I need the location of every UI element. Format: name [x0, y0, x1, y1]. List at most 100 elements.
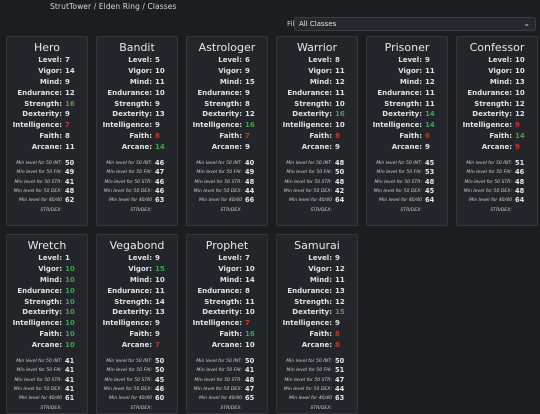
class-name: Prophet — [205, 239, 249, 252]
stat-value: 11 — [425, 88, 435, 97]
min-level-label: Min level for 50 INT: — [286, 161, 332, 167]
stat-value: 12 — [335, 77, 345, 86]
stat-label: Endurance: — [197, 88, 242, 97]
stat-row-endurance-: Endurance: 11 — [97, 286, 177, 297]
stat-label: Intelligence: — [192, 319, 242, 328]
stat-row-endurance-: Endurance: 10 — [7, 286, 87, 297]
min-level-label: Min level for 50 DEX: — [463, 188, 512, 194]
stat-row-intelligence-: Intelligence: 7 — [187, 318, 267, 329]
min-level-label: Min level for 50 FAI: — [16, 170, 63, 176]
stat-label: Arcane: — [301, 341, 332, 350]
stat-label: Intelligence: — [282, 319, 332, 328]
min-level-row: Min level for 50 STR: 45 — [97, 376, 177, 385]
min-level-label: Min level for 50 STR: — [284, 377, 332, 383]
min-level-label: Min level for 40/40 STR/DEX: — [288, 198, 332, 213]
min-level-value: 45 — [425, 186, 435, 195]
min-level-value: 50 — [155, 366, 165, 375]
min-level-value: 41 — [65, 366, 75, 375]
min-level-row: Min level for 40/40 STR/DEX: 64 — [367, 196, 447, 213]
min-level-value: 48 — [515, 177, 525, 186]
stat-label: Mind: — [489, 77, 512, 86]
class-name: Prisoner — [384, 41, 430, 54]
stat-row-level-: Level: 6 — [187, 55, 267, 66]
stat-value: 9 — [515, 143, 520, 152]
stat-value: 11 — [65, 143, 75, 152]
stat-label: Endurance: — [467, 88, 512, 97]
stat-row-endurance-: Endurance: 13 — [277, 286, 357, 297]
stat-value: 14 — [155, 297, 165, 306]
min-level-block: Min level for 50 INT: 41 Min level for 50 … — [7, 357, 87, 410]
stat-label: Strength: — [114, 99, 152, 108]
min-level-value: 62 — [65, 196, 75, 205]
min-level-value: 41 — [65, 177, 75, 186]
stat-row-arcane-: Arcane: 14 — [97, 142, 177, 153]
min-level-label: Min level for 40/40 STR/DEX: — [378, 198, 422, 213]
stat-label: Mind: — [129, 275, 152, 284]
stat-row-dexterity-: Dexterity: 10 — [187, 307, 267, 318]
stat-row-dexterity-: Dexterity: 13 — [97, 109, 177, 120]
min-level-value: 48 — [335, 159, 345, 168]
stat-label: Strength: — [384, 99, 422, 108]
stat-row-endurance-: Endurance: 10 — [97, 88, 177, 99]
stat-row-dexterity-: Dexterity: 13 — [97, 307, 177, 318]
stat-row-arcane-: Arcane: 11 — [7, 142, 87, 153]
min-level-label: Min level for 50 STR: — [14, 377, 62, 383]
stat-row-dexterity-: Dexterity: 12 — [457, 109, 537, 120]
stat-label: Dexterity: — [292, 110, 332, 119]
stat-value: 11 — [155, 286, 165, 295]
stat-row-strength-: Strength: 14 — [97, 297, 177, 308]
stat-row-level-: Level: 5 — [97, 55, 177, 66]
min-level-row: Min level for 50 DEX: 41 — [7, 385, 87, 394]
min-level-value: 66 — [245, 196, 255, 205]
stat-row-strength-: Strength: 16 — [7, 99, 87, 110]
stat-label: Strength: — [294, 99, 332, 108]
stat-label: Mind: — [39, 275, 62, 284]
stat-value: 10 — [65, 275, 75, 284]
stat-label: Faith: — [39, 132, 62, 141]
stat-value: 11 — [335, 275, 345, 284]
min-level-label: Min level for 50 FAI: — [286, 170, 333, 176]
class-name: Hero — [33, 41, 61, 54]
stat-label: Endurance: — [107, 88, 152, 97]
stat-row-arcane-: Arcane: 10 — [187, 340, 267, 351]
stat-label: Endurance: — [197, 286, 242, 295]
stat-value: 15 — [245, 77, 255, 86]
stat-value: 7 — [245, 132, 250, 141]
stat-row-strength-: Strength: 8 — [187, 99, 267, 110]
stat-label: Faith: — [129, 330, 152, 339]
class-name: Astrologer — [198, 41, 256, 54]
stat-label: Arcane: — [481, 143, 512, 152]
min-level-value: 61 — [65, 394, 75, 403]
stat-value: 8 — [65, 132, 70, 141]
min-level-label: Min level for 40/40 STR/DEX: — [198, 396, 242, 411]
min-level-block: Min level for 50 INT: 46 Min level for 50 … — [97, 159, 177, 212]
min-level-row: Min level for 50 INT: 41 — [7, 357, 87, 366]
stat-label: Intelligence: — [372, 121, 422, 130]
stat-value: 12 — [65, 88, 75, 97]
stat-row-dexterity-: Dexterity: 15 — [277, 307, 357, 318]
stat-row-mind-: Mind: 10 — [7, 275, 87, 286]
min-level-label: Min level for 50 INT: — [466, 161, 512, 167]
stat-value: 9 — [155, 330, 160, 339]
min-level-row: Min level for 50 FAI: 50 — [97, 366, 177, 375]
stat-label: Dexterity: — [202, 308, 242, 317]
stat-value: 10 — [245, 341, 255, 350]
min-level-row: Min level for 50 DEX: 44 — [187, 187, 267, 196]
stat-value: 10 — [155, 88, 165, 97]
min-level-value: 50 — [335, 357, 345, 366]
class-filter-select[interactable]: All Classes ⌄ — [294, 17, 536, 31]
min-level-label: Min level for 50 FAI: — [196, 368, 243, 374]
stat-label: Vigor: — [38, 66, 62, 75]
min-level-value: 65 — [245, 394, 255, 403]
stat-label: Endurance: — [287, 88, 332, 97]
stat-label: Vigor: — [128, 264, 152, 273]
stat-value: 9 — [335, 319, 340, 328]
stat-label: Strength: — [474, 99, 512, 108]
stat-value: 14 — [155, 143, 165, 152]
stat-value: 10 — [515, 56, 525, 64]
stat-row-intelligence-: Intelligence: 16 — [187, 120, 267, 131]
stat-value: 13 — [335, 286, 345, 295]
min-level-label: Min level for 50 DEX: — [373, 188, 422, 194]
stat-value: 9 — [425, 56, 430, 64]
min-level-row: Min level for 50 DEX: 44 — [277, 385, 357, 394]
